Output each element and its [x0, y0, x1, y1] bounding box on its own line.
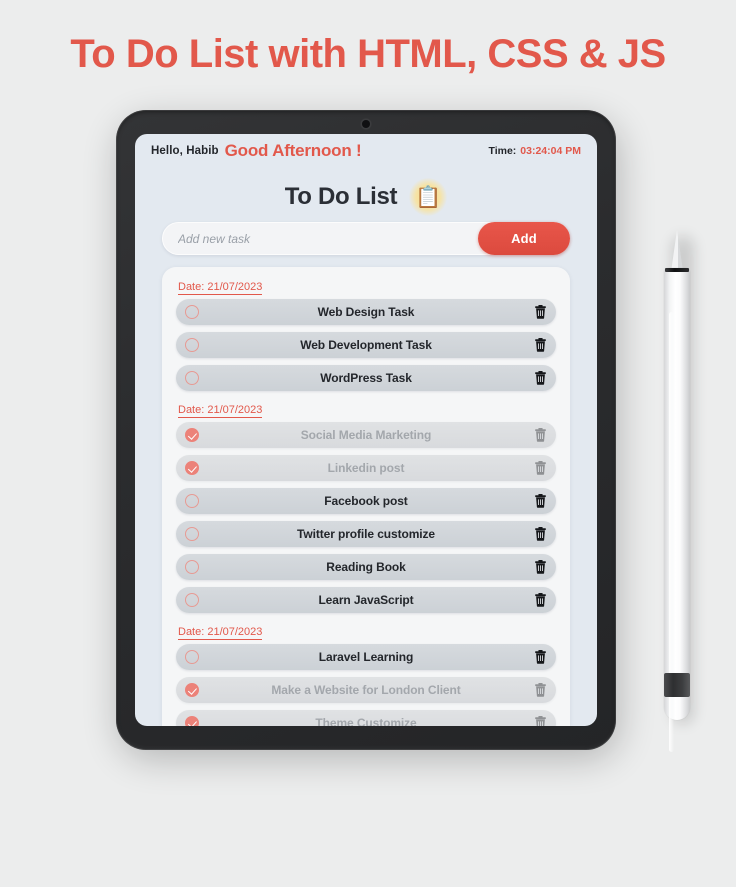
task-label: Theme Customize — [315, 716, 417, 726]
time-value: 03:24:04 PM — [520, 145, 581, 157]
task-group-date: Date: 21/07/2023 — [178, 281, 263, 295]
task-checkbox-icon[interactable] — [185, 560, 199, 574]
task-label: Make a Website for London Client — [271, 683, 461, 697]
stylus-body — [664, 268, 690, 752]
delete-task-trash-icon[interactable] — [533, 494, 547, 509]
delete-task-trash-icon[interactable] — [533, 338, 547, 353]
task-label: Laravel Learning — [318, 650, 414, 664]
delete-task-trash-icon[interactable] — [533, 305, 547, 320]
task-row[interactable]: Social Media Marketing — [176, 422, 556, 448]
task-checkbox-checked-icon[interactable] — [185, 716, 199, 726]
camera-dot-icon — [362, 120, 370, 128]
task-checkbox-icon[interactable] — [185, 338, 199, 352]
app-title-row: To Do List 📋 — [135, 178, 597, 216]
task-row[interactable]: Linkedin post — [176, 455, 556, 481]
task-row[interactable]: Web Development Task — [176, 332, 556, 358]
greeting-message: Good Afternoon ! — [224, 141, 362, 160]
delete-task-trash-icon[interactable] — [533, 593, 547, 608]
time-label: Time: — [488, 145, 517, 157]
task-row[interactable]: WordPress Task — [176, 365, 556, 391]
task-checkbox-icon[interactable] — [185, 305, 199, 319]
task-row[interactable]: Laravel Learning — [176, 644, 556, 670]
task-checkbox-icon[interactable] — [185, 371, 199, 385]
task-group-date: Date: 21/07/2023 — [178, 626, 263, 640]
delete-task-trash-icon[interactable] — [533, 650, 547, 665]
new-task-input[interactable] — [162, 231, 478, 246]
tablet-device: Hello, Habib Good Afternoon ! Time: 03:2… — [116, 110, 616, 750]
task-label: Twitter profile customize — [297, 527, 435, 541]
task-checkbox-icon[interactable] — [185, 494, 199, 508]
task-label: Reading Book — [326, 560, 406, 574]
task-checkbox-icon[interactable] — [185, 650, 199, 664]
delete-task-trash-icon[interactable] — [533, 371, 547, 386]
task-label: WordPress Task — [320, 371, 412, 385]
greeting-name: Hello, Habib — [151, 145, 219, 157]
delete-task-trash-icon[interactable] — [533, 527, 547, 542]
task-label: Learn JavaScript — [318, 593, 414, 607]
delete-task-trash-icon[interactable] — [533, 428, 547, 443]
emoji-glyph: 📋 — [415, 185, 442, 209]
stylus-pen — [664, 230, 690, 752]
task-label: Web Development Task — [300, 338, 432, 352]
task-checkbox-checked-icon[interactable] — [185, 683, 199, 697]
clipboard-emoji-icon: 📋 — [409, 178, 448, 216]
task-row[interactable]: Twitter profile customize — [176, 521, 556, 547]
task-row[interactable]: Make a Website for London Client — [176, 677, 556, 703]
app-topbar: Hello, Habib Good Afternoon ! Time: 03:2… — [135, 134, 597, 168]
task-label: Web Design Task — [317, 305, 415, 319]
task-row[interactable]: Web Design Task — [176, 299, 556, 325]
task-checkbox-icon[interactable] — [185, 527, 199, 541]
task-list-panel[interactable]: Date: 21/07/2023 Web Design Task Web Devel… — [162, 267, 570, 726]
task-group-date: Date: 21/07/2023 — [178, 404, 263, 418]
stylus-tip-ring — [665, 268, 689, 272]
task-label: Facebook post — [324, 494, 408, 508]
task-checkbox-icon[interactable] — [185, 593, 199, 607]
task-label: Social Media Marketing — [300, 428, 432, 442]
task-checkbox-checked-icon[interactable] — [185, 461, 199, 475]
page-title: To Do List with HTML, CSS & JS — [70, 32, 666, 76]
app-title: To Do List — [284, 183, 398, 210]
new-task-row: Add — [162, 222, 570, 255]
clock: Time: 03:24:04 PM — [488, 145, 581, 157]
task-row[interactable]: Facebook post — [176, 488, 556, 514]
delete-task-trash-icon[interactable] — [533, 683, 547, 698]
task-row[interactable]: Reading Book — [176, 554, 556, 580]
task-label: Linkedin post — [327, 461, 405, 475]
task-row[interactable]: Learn JavaScript — [176, 587, 556, 613]
task-checkbox-checked-icon[interactable] — [185, 428, 199, 442]
delete-task-trash-icon[interactable] — [533, 716, 547, 726]
add-task-button[interactable]: Add — [478, 222, 570, 255]
delete-task-trash-icon[interactable] — [533, 560, 547, 575]
delete-task-trash-icon[interactable] — [533, 461, 547, 476]
task-row[interactable]: Theme Customize — [176, 710, 556, 726]
tablet-screen: Hello, Habib Good Afternoon ! Time: 03:2… — [135, 134, 597, 726]
stylus-grip-band — [664, 673, 690, 697]
